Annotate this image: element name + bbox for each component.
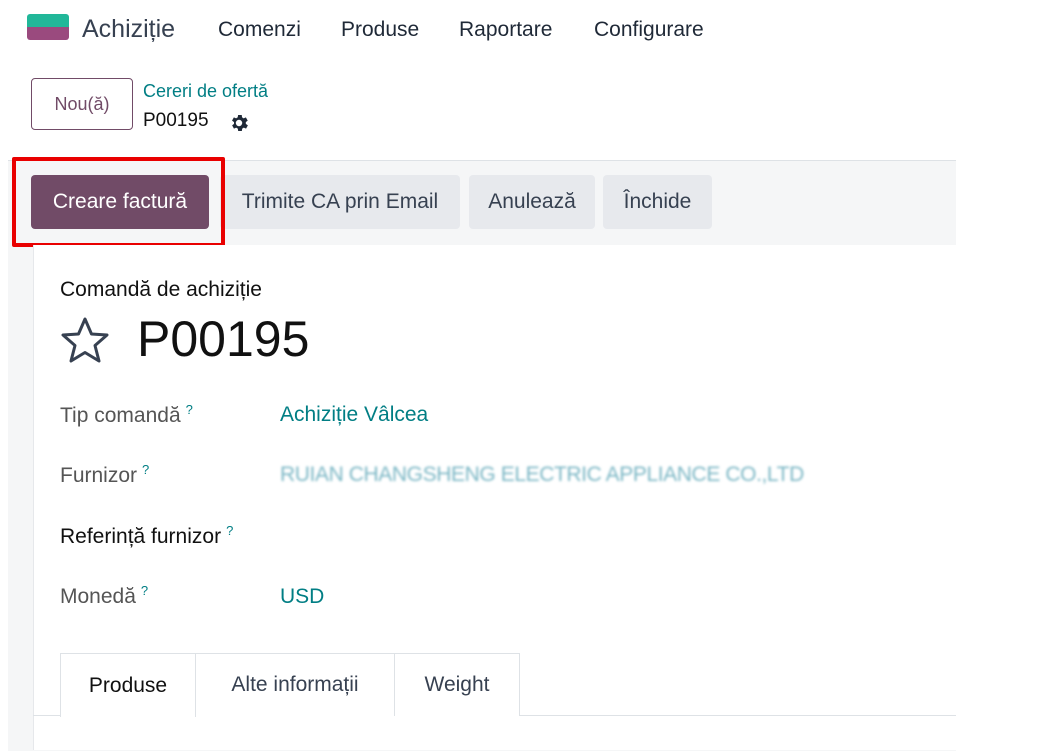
new-button[interactable]: Nou(ă) — [31, 78, 133, 130]
field-value-order-type[interactable]: Achiziție Vâlcea — [280, 403, 428, 427]
tab-other-info[interactable]: Alte informații — [195, 653, 395, 716]
menu-raportare[interactable]: Raportare — [459, 18, 552, 42]
app-logo-icon[interactable] — [27, 14, 69, 40]
breadcrumb-parent[interactable]: Cereri de ofertă — [143, 81, 268, 102]
menu-comenzi[interactable]: Comenzi — [218, 18, 301, 42]
document-title: P00195 — [137, 311, 310, 367]
field-label-currency: Monedă? — [60, 583, 149, 608]
help-icon[interactable]: ? — [142, 462, 149, 477]
gear-icon[interactable] — [228, 112, 250, 134]
menu-configurare[interactable]: Configurare — [594, 18, 704, 42]
send-po-email-button[interactable]: Trimite CA prin Email — [220, 175, 460, 229]
menu-produse[interactable]: Produse — [341, 18, 419, 42]
field-value-vendor-reference[interactable] — [280, 523, 880, 549]
document-type-label: Comandă de achiziție — [60, 278, 262, 301]
tab-weight[interactable]: Weight — [394, 653, 520, 716]
field-label-vendor-reference: Referință furnizor? — [60, 523, 234, 548]
field-value-vendor[interactable]: RUIAN CHANGSHENG ELECTRIC APPLIANCE CO.,… — [280, 463, 804, 487]
app-name[interactable]: Achiziție — [82, 15, 175, 44]
field-label-order-type: Tip comandă? — [60, 402, 193, 427]
star-icon[interactable] — [59, 316, 111, 364]
highlight-box — [12, 157, 225, 247]
breadcrumb-current: P00195 — [143, 110, 209, 131]
field-label-vendor: Furnizor? — [60, 462, 150, 487]
close-button[interactable]: Închide — [603, 175, 712, 229]
tab-products[interactable]: Produse — [60, 653, 196, 717]
help-icon[interactable]: ? — [226, 523, 233, 538]
help-icon[interactable]: ? — [186, 402, 193, 417]
cancel-button[interactable]: Anulează — [469, 175, 595, 229]
help-icon[interactable]: ? — [141, 583, 148, 598]
field-value-currency[interactable]: USD — [280, 585, 324, 609]
